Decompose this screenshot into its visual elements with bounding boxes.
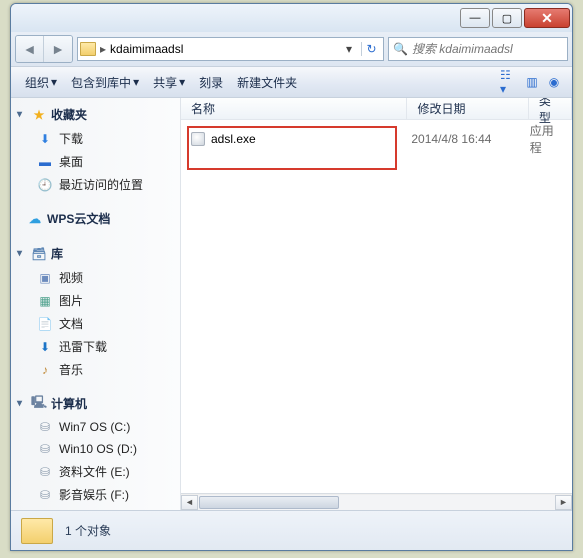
computer-icon: 🖳 [31, 396, 47, 412]
folder-icon [80, 42, 96, 56]
file-type: 应用程 [520, 122, 572, 156]
sidebar-item-drive-e[interactable]: ⛁资料文件 (E:) [11, 460, 180, 483]
pictures-icon: ▦ [37, 293, 53, 309]
minimize-button[interactable]: — [460, 8, 490, 28]
navbar: ◄ ► ▸ kdaimimaadsl ▾ ↻ 🔍 [11, 32, 572, 66]
back-button[interactable]: ◄ [16, 36, 44, 62]
refresh-button[interactable]: ↻ [361, 42, 381, 56]
column-date[interactable]: 修改日期 [407, 98, 528, 119]
column-type[interactable]: 类型 [529, 98, 572, 119]
file-name: adsl.exe [211, 132, 256, 146]
drive-icon: ⛁ [37, 441, 53, 457]
recent-icon: 🕘 [37, 177, 53, 193]
desktop-icon: ▬ [37, 154, 53, 170]
sidebar-item-wps[interactable]: ☁WPS云文档 [11, 206, 180, 231]
nav-back-forward: ◄ ► [15, 35, 73, 63]
file-date: 2014/4/8 16:44 [401, 132, 519, 146]
music-icon: ♪ [37, 362, 53, 378]
titlebar[interactable]: — ▢ ✕ [11, 4, 572, 32]
folder-icon [21, 518, 53, 544]
documents-icon: 📄 [37, 316, 53, 332]
sidebar-item-drive-f[interactable]: ⛁影音娱乐 (F:) [11, 483, 180, 506]
column-name[interactable]: 名称 [181, 98, 407, 119]
new-folder-button[interactable]: 新建文件夹 [231, 71, 303, 94]
chevron-down-icon: ▾ [179, 75, 185, 89]
body: ▾★收藏夹 ⬇下载 ▬桌面 🕘最近访问的位置 ☁WPS云文档 ▾🗃库 ▣视频 ▦… [11, 98, 572, 510]
chevron-down-icon: ▾ [17, 109, 27, 120]
chevron-down-icon: ▾ [51, 75, 57, 89]
file-list[interactable]: adsl.exe 2014/4/8 16:44 应用程 [181, 120, 572, 493]
search-input[interactable] [412, 42, 569, 56]
file-pane: 名称 修改日期 类型 adsl.exe 2014/4/8 16:44 应用程 ◄… [181, 98, 572, 510]
organize-menu[interactable]: 组织▾ [19, 71, 63, 94]
xunlei-icon: ⬇ [37, 339, 53, 355]
breadcrumb-folder[interactable]: kdaimimaadsl [110, 42, 183, 56]
download-icon: ⬇ [37, 131, 53, 147]
sidebar-item-pictures[interactable]: ▦图片 [11, 289, 180, 312]
chevron-down-icon: ▾ [133, 75, 139, 89]
preview-pane-button[interactable]: ▥ [522, 72, 542, 92]
address-dropdown-icon[interactable]: ▾ [341, 42, 357, 56]
drive-icon: ⛁ [37, 487, 53, 503]
forward-button[interactable]: ► [44, 36, 72, 62]
library-icon: 🗃 [31, 246, 47, 262]
scroll-thumb[interactable] [199, 496, 339, 509]
arrow-left-icon: ◄ [23, 41, 37, 57]
sidebar-computer-header[interactable]: ▾🖳计算机 [11, 391, 180, 416]
exe-icon [191, 132, 205, 146]
search-box[interactable]: 🔍 [388, 37, 568, 61]
share-menu[interactable]: 共享▾ [147, 71, 191, 94]
scroll-track[interactable] [198, 495, 555, 510]
search-icon: 🔍 [393, 42, 408, 56]
chevron-down-icon: ▾ [17, 398, 27, 409]
breadcrumb-sep-icon: ▸ [100, 42, 106, 56]
sidebar-item-drive-c[interactable]: ⛁Win7 OS (C:) [11, 416, 180, 438]
close-button[interactable]: ✕ [524, 8, 570, 28]
horizontal-scrollbar[interactable]: ◄ ► [181, 493, 572, 510]
sidebar-item-documents[interactable]: 📄文档 [11, 312, 180, 335]
maximize-button[interactable]: ▢ [492, 8, 522, 28]
sidebar-item-recent[interactable]: 🕘最近访问的位置 [11, 173, 180, 196]
sidebar-item-desktop[interactable]: ▬桌面 [11, 150, 180, 173]
file-row[interactable]: adsl.exe 2014/4/8 16:44 应用程 [181, 128, 572, 150]
sidebar-item-xunlei[interactable]: ⬇迅雷下载 [11, 335, 180, 358]
sidebar-favorites-header[interactable]: ▾★收藏夹 [11, 102, 180, 127]
sidebar-item-drive-d[interactable]: ⛁Win10 OS (D:) [11, 438, 180, 460]
help-button[interactable]: ◉ [544, 72, 564, 92]
star-icon: ★ [31, 107, 47, 123]
scroll-left-button[interactable]: ◄ [181, 495, 198, 510]
status-text: 1 个对象 [65, 522, 111, 539]
cloud-icon: ☁ [27, 211, 43, 227]
drive-icon: ⛁ [37, 464, 53, 480]
address-bar[interactable]: ▸ kdaimimaadsl ▾ ↻ [77, 37, 384, 61]
video-icon: ▣ [37, 270, 53, 286]
scroll-right-button[interactable]: ► [555, 495, 572, 510]
sidebar-libraries-header[interactable]: ▾🗃库 [11, 241, 180, 266]
sidebar-item-downloads[interactable]: ⬇下载 [11, 127, 180, 150]
burn-button[interactable]: 刻录 [193, 71, 229, 94]
arrow-right-icon: ► [51, 41, 65, 57]
chevron-down-icon: ▾ [17, 248, 27, 259]
sidebar: ▾★收藏夹 ⬇下载 ▬桌面 🕘最近访问的位置 ☁WPS云文档 ▾🗃库 ▣视频 ▦… [11, 98, 181, 510]
drive-icon: ⛁ [37, 419, 53, 435]
view-options-button[interactable]: ☷ ▾ [500, 72, 520, 92]
sidebar-item-videos[interactable]: ▣视频 [11, 266, 180, 289]
column-headers: 名称 修改日期 类型 [181, 98, 572, 120]
status-bar: 1 个对象 [11, 510, 572, 550]
include-menu[interactable]: 包含到库中▾ [65, 71, 145, 94]
explorer-window: — ▢ ✕ ◄ ► ▸ kdaimimaadsl ▾ ↻ 🔍 组织▾ 包含到库中… [10, 3, 573, 551]
toolbar: 组织▾ 包含到库中▾ 共享▾ 刻录 新建文件夹 ☷ ▾ ▥ ◉ [11, 66, 572, 98]
sidebar-item-music[interactable]: ♪音乐 [11, 358, 180, 381]
